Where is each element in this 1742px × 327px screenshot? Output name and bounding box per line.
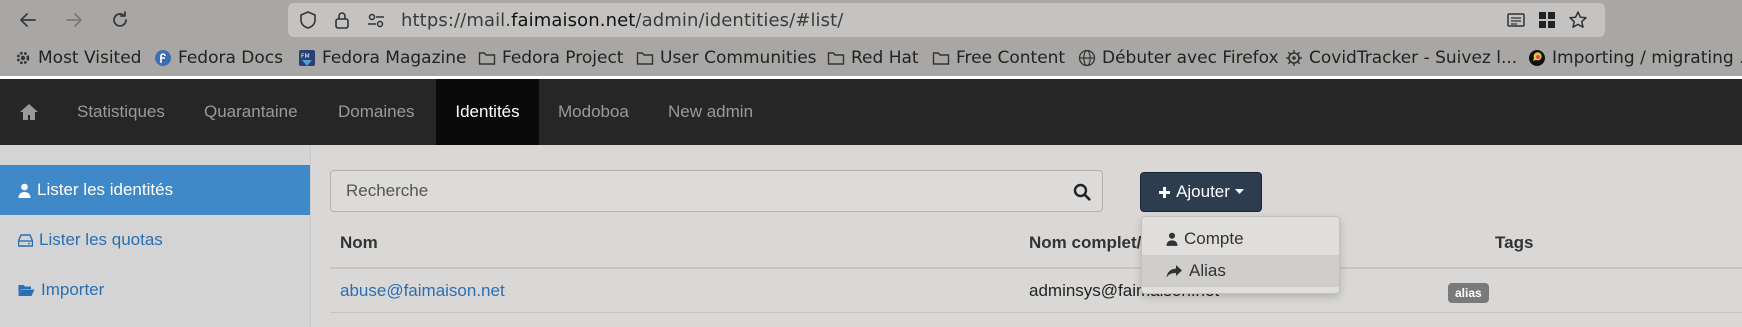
folder-open-icon [18,284,35,296]
reload-icon [113,11,127,27]
lock-icon[interactable] [332,10,352,30]
sidebar-item-label: Lister les identités [37,180,174,199]
fedora-icon [155,50,171,66]
arrow-left-icon [20,13,36,27]
sidebar-item-importer[interactable]: Importer [0,265,310,315]
sidebar: Lister les identités Lister les quotas I… [0,145,311,327]
nav-item-statistiques[interactable]: Statistiques [58,79,184,145]
dropdown-item-alias[interactable]: Alias [1142,255,1339,287]
nav-item-modoboa[interactable]: Modoboa [539,79,648,145]
folder-icon [827,52,845,65]
bookmark-covidtracker[interactable]: CovidTracker - Suivez l... [1285,46,1517,70]
bookmark-label: Red Hat [851,48,919,68]
bookmark-importing-migrating[interactable]: Importing / migrating ... [1528,46,1742,70]
url-domain: faimaison.net [511,10,636,31]
sidebar-item-label: Importer [41,280,105,299]
extension-icon[interactable] [1537,10,1557,30]
identity-name-link[interactable]: abuse@faimaison.net [340,281,505,301]
main-navbar: Statistiques Quarantaine Domaines Identi… [0,79,1742,145]
bookmark-label: Fedora Docs [178,48,284,68]
bookmark-label: User Communities [660,48,817,68]
bookmark-fedora-magazine[interactable]: FM Fedora Magazine [298,46,466,70]
bookmark-free-content[interactable]: Free Content [932,46,1065,70]
bookmark-label: Débuter avec Firefox [1102,48,1279,68]
folder-icon [478,52,496,65]
dropdown-item-compte[interactable]: Compte [1142,223,1339,255]
nav-item-label: Domaines [338,102,415,121]
forward-button[interactable] [60,6,88,34]
table-row: abuse@faimaison.net adminsys@faimaison.n… [330,269,1742,313]
arrow-right-icon [66,13,82,27]
star-icon[interactable] [1568,10,1588,30]
nav-item-new-admin[interactable]: New admin [650,79,771,145]
sidebar-item-lister-quotas[interactable]: Lister les quotas [0,215,310,265]
fedora-magazine-icon: FM [299,50,315,66]
plus-icon [1159,186,1171,198]
gear-icon [16,51,30,65]
column-header-tags[interactable]: Tags [1495,233,1533,253]
reload-button[interactable] [106,6,134,34]
search-placeholder: Recherche [346,181,429,200]
chat-icon [1529,50,1545,66]
bookmark-red-hat[interactable]: Red Hat [827,46,919,70]
add-button-label: Ajouter [1176,182,1230,201]
bookmark-label: Free Content [956,48,1066,68]
folder-icon [636,52,654,65]
bookmark-label: Fedora Project [502,48,624,68]
svg-text:FM: FM [301,53,310,60]
column-header-nom[interactable]: Nom [340,233,378,253]
tag-badge: alias [1448,283,1489,303]
user-icon [1166,232,1178,246]
home-icon[interactable] [18,101,40,123]
user-icon [18,183,31,198]
bookmark-most-visited[interactable]: Most Visited [14,46,141,70]
column-header-nom-complet[interactable]: Nom complet/D [1029,233,1154,253]
search-input[interactable]: Recherche [330,170,1103,212]
bookmark-fedora-docs[interactable]: Fedora Docs [154,46,283,70]
dropdown-item-label: Alias [1189,261,1226,280]
share-icon [1166,265,1182,278]
nav-item-label: Quarantaine [204,102,298,121]
nav-item-domaines[interactable]: Domaines [320,79,433,145]
sidebar-item-lister-identites[interactable]: Lister les identités [0,165,310,215]
nav-item-identites[interactable]: Identités [436,79,539,145]
bookmark-user-communities[interactable]: User Communities [636,46,817,70]
nav-item-label: New admin [668,102,754,121]
main-content: Recherche Ajouter Nom Nom complet/D Tags… [311,145,1742,327]
nav-item-label: Identités [455,102,520,121]
browser-toolbar: https://mail.faimaison.net/admin/identit… [0,0,1742,40]
nav-item-label: Statistiques [77,102,165,121]
bookmark-debuter-firefox[interactable]: Débuter avec Firefox [1078,46,1279,70]
hdd-icon [18,233,33,247]
shield-icon[interactable] [298,10,318,30]
url-bar[interactable]: https://mail.faimaison.net/admin/identit… [288,3,1605,37]
bookmark-fedora-project[interactable]: Fedora Project [478,46,623,70]
reader-view-icon[interactable] [1506,10,1526,30]
folder-icon [932,52,950,65]
permissions-icon[interactable] [366,10,386,30]
globe-icon [1078,49,1096,67]
add-dropdown-menu: Compte Alias [1141,216,1340,294]
dropdown-item-label: Compte [1184,229,1244,248]
sidebar-item-label: Lister les quotas [39,230,163,249]
table-header: Nom Nom complet/D Tags [330,212,1742,269]
bookmark-label: Most Visited [38,48,142,68]
url-prefix: https://mail. [401,10,512,31]
nav-item-quarantaine[interactable]: Quarantaine [186,79,316,145]
virus-icon [1286,50,1302,66]
bookmark-label: CovidTracker - Suivez l... [1309,48,1518,68]
bookmark-label: Importing / migrating ... [1552,48,1742,68]
url-text[interactable]: https://mail.faimaison.net/admin/identit… [401,10,843,31]
back-button[interactable] [14,6,42,34]
search-icon[interactable] [1072,182,1092,202]
bookmarks-bar: Most Visited Fedora Docs FM Fedora Magaz… [0,40,1742,76]
bookmark-label: Fedora Magazine [322,48,467,68]
add-button[interactable]: Ajouter [1140,172,1262,212]
url-path: /admin/identities/#list/ [635,10,844,31]
caret-down-icon [1234,189,1244,194]
nav-item-label: Modoboa [558,102,629,121]
